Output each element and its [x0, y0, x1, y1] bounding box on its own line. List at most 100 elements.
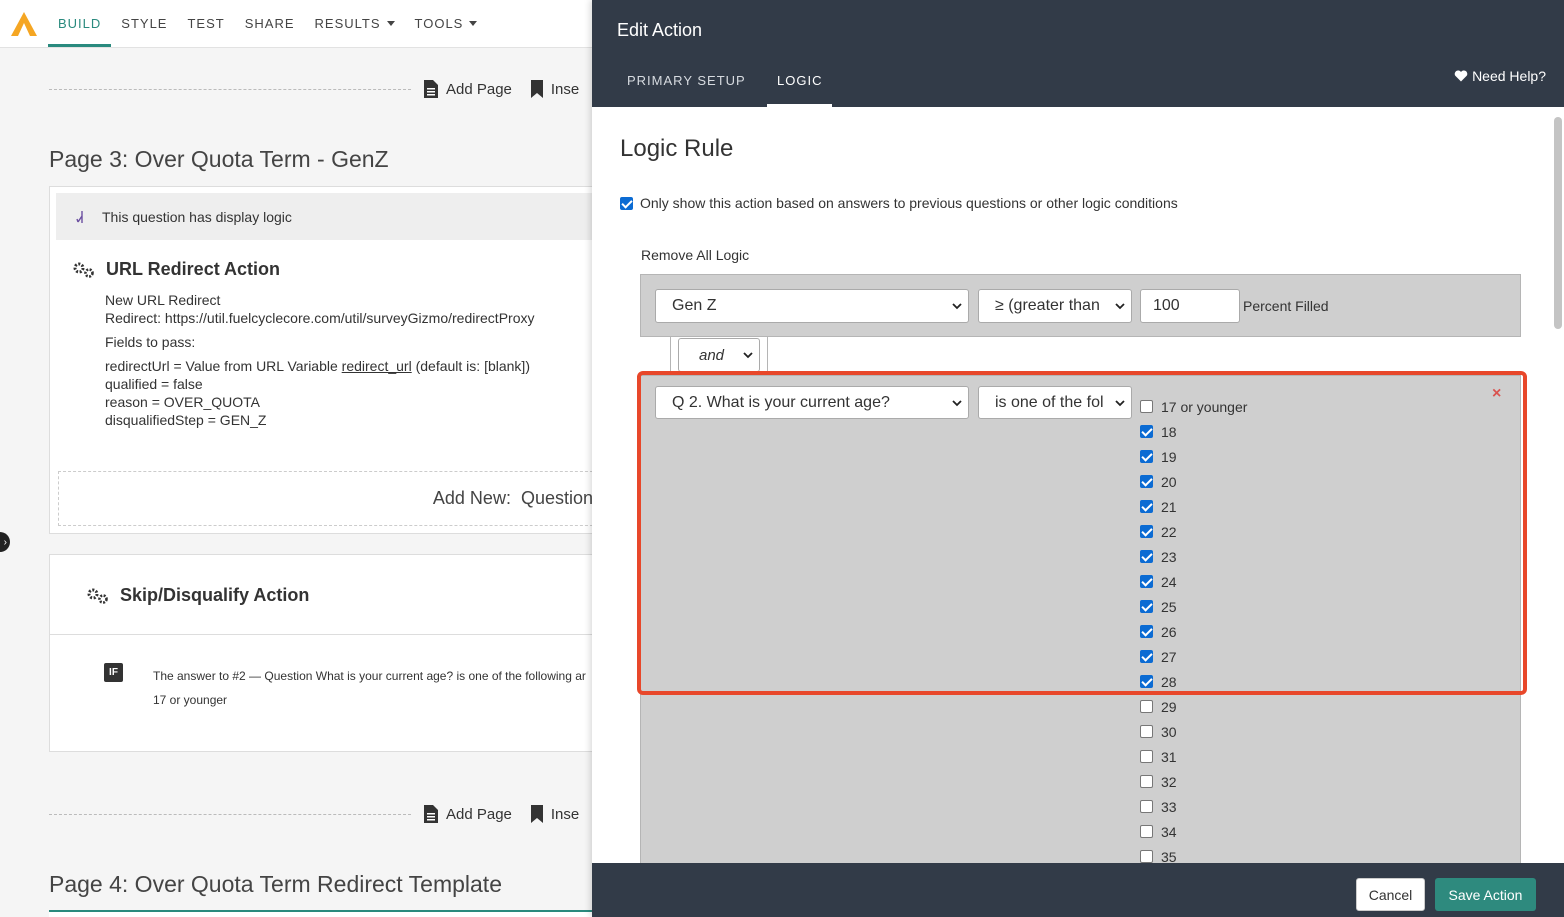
answer-option[interactable]: 31 — [1140, 744, 1247, 769]
only-show-checkbox[interactable] — [620, 196, 633, 210]
nav-tools[interactable]: TOOLS — [405, 0, 488, 47]
condition-line: The answer to #2 — Question What is your… — [153, 669, 586, 683]
answer-option[interactable]: 28 — [1140, 669, 1247, 694]
url-variable-link[interactable]: redirect_url — [342, 358, 412, 374]
skip-action-heading[interactable]: Skip/Disqualify Action — [86, 585, 309, 606]
nav-tools-label: TOOLS — [414, 16, 464, 31]
nav-build[interactable]: BUILD — [48, 0, 112, 47]
add-page-button[interactable]: Add Page — [423, 804, 512, 824]
answer-option-checkbox[interactable] — [1140, 425, 1153, 438]
answer-option-checkbox[interactable] — [1140, 700, 1153, 713]
answer-option-checkbox[interactable] — [1140, 450, 1153, 463]
answer-option-checkbox[interactable] — [1140, 675, 1153, 688]
answer-option[interactable]: 34 — [1140, 819, 1247, 844]
answer-option[interactable]: 20 — [1140, 469, 1247, 494]
field-qualified: qualified = false — [105, 376, 203, 392]
chevron-down-icon — [743, 352, 753, 359]
answer-option[interactable]: 24 — [1140, 569, 1247, 594]
answer-option-checkbox[interactable] — [1140, 525, 1153, 538]
panel-title: Edit Action — [617, 20, 703, 40]
if-badge: IF — [104, 663, 123, 682]
answer-option-checkbox[interactable] — [1140, 775, 1153, 788]
url-action-heading[interactable]: URL Redirect Action — [72, 259, 280, 280]
remove-condition-icon[interactable]: × — [1492, 385, 1501, 403]
answer-option-checkbox[interactable] — [1140, 725, 1153, 738]
only-show-option[interactable]: Only show this action based on answers t… — [620, 195, 1178, 211]
answer-option-checkbox[interactable] — [1140, 550, 1153, 563]
need-help-link[interactable]: Need Help? — [1454, 68, 1546, 84]
answer-option[interactable]: 22 — [1140, 519, 1247, 544]
nav-style-label: STYLE — [121, 16, 168, 31]
answer-option-label: 26 — [1161, 623, 1177, 640]
condition-value-input[interactable]: 100 — [1140, 289, 1240, 323]
tab-primary-setup[interactable]: PRIMARY SETUP — [627, 66, 746, 107]
document-icon — [424, 805, 438, 823]
answer-option-checkbox[interactable] — [1140, 500, 1153, 513]
answer-option-checkbox[interactable] — [1140, 800, 1153, 813]
answer-option[interactable]: 25 — [1140, 594, 1247, 619]
answer-option-label: 22 — [1161, 523, 1177, 540]
nav-test[interactable]: TEST — [177, 0, 234, 47]
answer-option[interactable]: 19 — [1140, 444, 1247, 469]
answer-option[interactable]: 30 — [1140, 719, 1247, 744]
answer-option-checkbox[interactable] — [1140, 400, 1153, 413]
logic-condition-1: Gen Z ≥ (greater than 100 Percent Filled — [640, 274, 1521, 337]
answer-option-label: 19 — [1161, 448, 1177, 465]
field-reason: reason = OVER_QUOTA — [105, 394, 260, 410]
answer-option-checkbox[interactable] — [1140, 625, 1153, 638]
add-new-question[interactable]: Add New: Question — [58, 471, 608, 526]
insert-button[interactable]: Inse — [530, 804, 579, 824]
answer-option-label: 35 — [1161, 848, 1177, 864]
tab-logic[interactable]: LOGIC — [766, 66, 834, 107]
answer-option-checkbox[interactable] — [1140, 850, 1153, 863]
insert-button[interactable]: Inse — [530, 79, 579, 99]
skip-disqualify-card: Skip/Disqualify Action IF The answer to … — [49, 554, 609, 752]
condition-operator-select[interactable]: ≥ (greater than — [978, 289, 1132, 323]
add-page-button[interactable]: Add Page — [423, 79, 512, 99]
divider — [49, 88, 411, 90]
insert-label: Inse — [550, 805, 580, 823]
nav-results[interactable]: RESULTS — [305, 0, 405, 47]
cancel-button[interactable]: Cancel — [1356, 878, 1425, 911]
answer-option-checkbox[interactable] — [1140, 600, 1153, 613]
remove-all-logic-link[interactable]: Remove All Logic — [641, 247, 749, 263]
answer-option-checkbox[interactable] — [1140, 575, 1153, 588]
answer-option[interactable]: 33 — [1140, 794, 1247, 819]
url-action-title: URL Redirect Action — [106, 259, 281, 279]
answer-option[interactable]: 26 — [1140, 619, 1247, 644]
only-show-label: Only show this action based on answers t… — [640, 195, 1178, 211]
answer-option[interactable]: 29 — [1140, 694, 1247, 719]
condition-field-select[interactable]: Gen Z — [655, 289, 969, 323]
answer-option-checkbox[interactable] — [1140, 650, 1153, 663]
field-prefix: redirectUrl = Value from URL Variable — [105, 358, 342, 374]
answer-option[interactable]: 21 — [1140, 494, 1247, 519]
nav-style[interactable]: STYLE — [111, 0, 177, 47]
add-new-type[interactable]: Question — [521, 488, 593, 509]
scrollbar[interactable] — [1554, 117, 1562, 329]
answer-option[interactable]: 35 — [1140, 844, 1247, 863]
answer-option-checkbox[interactable] — [1140, 825, 1153, 838]
answer-option[interactable]: 23 — [1140, 544, 1247, 569]
connector-select[interactable]: and — [678, 338, 760, 372]
edit-action-panel: Edit Action PRIMARY SETUP LOGIC Need Hel… — [592, 0, 1564, 917]
add-page-label: Add Page — [446, 80, 512, 98]
gears-icon — [87, 588, 108, 604]
url-redirect-card: This question has display logic URL Redi… — [49, 186, 609, 534]
answer-option[interactable]: 27 — [1140, 644, 1247, 669]
answer-option[interactable]: 32 — [1140, 769, 1247, 794]
nav-share[interactable]: SHARE — [235, 0, 305, 47]
answer-option-checkbox[interactable] — [1140, 750, 1153, 763]
answer-option-label: 24 — [1161, 573, 1177, 590]
nav-build-label: BUILD — [58, 16, 102, 31]
answer-option[interactable]: 18 — [1140, 419, 1247, 444]
app-logo[interactable] — [0, 0, 48, 47]
logic-fork-icon — [76, 210, 83, 223]
panel-footer: Cancel Save Action — [592, 863, 1564, 917]
expand-toggle-icon[interactable]: › — [0, 532, 10, 552]
answer-option[interactable]: 17 or younger — [1140, 394, 1247, 419]
tab-label: LOGIC — [777, 73, 823, 88]
display-logic-note[interactable]: This question has display logic — [56, 193, 608, 240]
answer-option-checkbox[interactable] — [1140, 475, 1153, 488]
condition-suffix: Percent Filled — [1243, 298, 1329, 314]
save-action-button[interactable]: Save Action — [1435, 878, 1536, 911]
